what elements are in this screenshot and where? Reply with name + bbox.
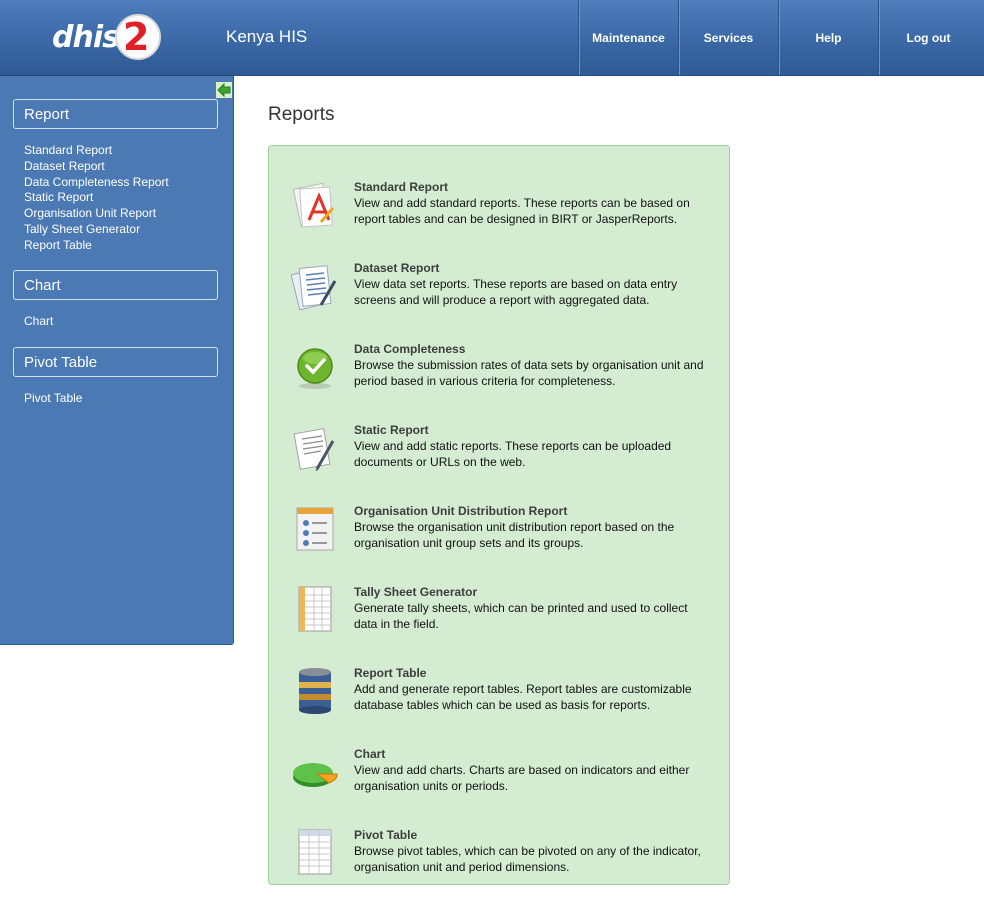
pie-chart-icon xyxy=(293,763,338,787)
sidebar-item-report-table[interactable]: Report Table xyxy=(24,238,169,254)
entry-description: Generate tally sheets, which can be prin… xyxy=(354,601,688,631)
report-entry-org-unit-distribution[interactable]: Organisation Unit Distribution Report Br… xyxy=(289,504,719,574)
sidebar-chart-links: Chart xyxy=(24,314,53,330)
sidebar-report-links: Standard Report Dataset Report Data Comp… xyxy=(24,143,169,254)
entry-title: Standard Report xyxy=(354,180,449,194)
collapse-arrow-icon[interactable] xyxy=(216,82,232,98)
sidebar-item-pivot-table[interactable]: Pivot Table xyxy=(24,391,82,407)
app-title: Kenya HIS xyxy=(226,27,308,46)
dhis2-logo[interactable]: dhis 2 xyxy=(52,14,162,62)
tally-sheet-icon xyxy=(298,586,332,632)
entry-title: Chart xyxy=(354,747,386,761)
check-icon xyxy=(297,348,333,389)
sidebar-heading-report[interactable]: Report xyxy=(13,99,218,129)
report-entry-standard[interactable]: Standard Report View and add standard re… xyxy=(289,180,719,250)
entry-description: Browse pivot tables, which can be pivote… xyxy=(354,844,701,874)
entry-description: Add and generate report tables. Report t… xyxy=(354,682,692,712)
entry-description: Browse the organisation unit distributio… xyxy=(354,520,675,550)
entry-title: Pivot Table xyxy=(354,828,418,842)
dataset-report-icon xyxy=(291,265,337,311)
sidebar-item-chart[interactable]: Chart xyxy=(24,314,53,330)
sidebar-item-data-completeness-report[interactable]: Data Completeness Report xyxy=(24,175,169,191)
sidebar-item-standard-report[interactable]: Standard Report xyxy=(24,143,169,159)
reports-panel: Standard Report View and add standard re… xyxy=(268,145,730,885)
report-entry-chart[interactable]: Chart View and add charts. Charts are ba… xyxy=(289,747,719,817)
entry-description: View data set reports. These reports are… xyxy=(354,277,678,307)
report-entry-tally-sheet[interactable]: Tally Sheet Generator Generate tally she… xyxy=(289,585,719,655)
sidebar-pivot-links: Pivot Table xyxy=(24,391,82,407)
sidebar-heading-pivot-table[interactable]: Pivot Table xyxy=(13,347,218,377)
report-entry-data-completeness[interactable]: Data Completeness Browse the submission … xyxy=(289,342,719,412)
top-nav: Maintenance Services Help Log out xyxy=(578,0,978,76)
nav-services[interactable]: Services xyxy=(678,0,778,75)
logo-number: 2 xyxy=(123,15,150,59)
sidebar-heading-chart[interactable]: Chart xyxy=(13,270,218,300)
pivot-table-icon xyxy=(298,829,332,875)
standard-report-icon xyxy=(292,182,335,228)
entry-title: Dataset Report xyxy=(354,261,440,275)
org-unit-report-icon xyxy=(296,507,334,551)
sidebar-item-tally-sheet-generator[interactable]: Tally Sheet Generator xyxy=(24,222,169,238)
entry-description: View and add static reports. These repor… xyxy=(354,439,672,469)
nav-logout[interactable]: Log out xyxy=(878,0,978,75)
entry-description: Browse the submission rates of data sets… xyxy=(354,358,704,388)
sidebar-item-dataset-report[interactable]: Dataset Report xyxy=(24,159,169,175)
sidebar-item-static-report[interactable]: Static Report xyxy=(24,190,169,206)
entry-description: View and add charts. Charts are based on… xyxy=(354,763,690,793)
report-entry-static[interactable]: Static Report View and add static report… xyxy=(289,423,719,493)
nav-maintenance[interactable]: Maintenance xyxy=(578,0,678,75)
report-entry-dataset[interactable]: Dataset Report View data set reports. Th… xyxy=(289,261,719,331)
entry-title: Tally Sheet Generator xyxy=(354,585,478,599)
nav-help[interactable]: Help xyxy=(778,0,878,75)
entry-description: View and add standard reports. These rep… xyxy=(354,196,690,226)
database-icon xyxy=(299,668,331,714)
report-entry-report-table[interactable]: Report Table Add and generate report tab… xyxy=(289,666,719,736)
header-bar: dhis 2 Kenya HIS Maintenance Services He… xyxy=(0,0,984,76)
entry-title: Static Report xyxy=(354,423,429,437)
logo-text: dhis xyxy=(52,20,120,55)
static-report-icon xyxy=(293,428,335,471)
entry-title: Report Table xyxy=(354,666,427,680)
entry-title: Organisation Unit Distribution Report xyxy=(354,504,568,518)
page-title: Reports xyxy=(268,104,335,125)
entry-title: Data Completeness xyxy=(354,342,466,356)
sidebar-item-org-unit-report[interactable]: Organisation Unit Report xyxy=(24,206,169,222)
report-entry-pivot-table[interactable]: Pivot Table Browse pivot tables, which c… xyxy=(289,828,719,898)
